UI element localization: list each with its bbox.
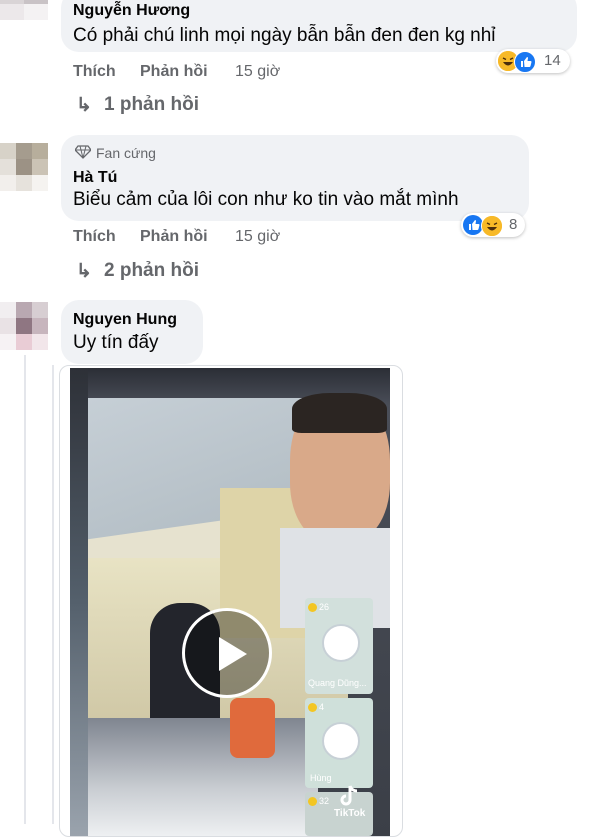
comment-text: Biểu cảm của lôi con như ko tin vào mắt … (73, 189, 459, 210)
play-icon (217, 635, 249, 678)
reply-arrow-icon: ↳ (76, 95, 92, 116)
like-reaction-icon (514, 51, 536, 73)
like-link[interactable]: Thích (73, 63, 116, 81)
replies-count-label: 2 phản hồi (104, 260, 199, 281)
comment-bubble: Fan cứng Hà Tú Biểu cảm của lôi con như … (61, 135, 529, 221)
tile-count: 26 (319, 602, 330, 612)
app-logo-icon (322, 722, 360, 760)
reaction-summary[interactable]: 14 (496, 49, 570, 73)
tile-count: 32 (319, 796, 330, 806)
coin-icon (308, 797, 317, 806)
avatar[interactable] (0, 0, 48, 20)
comment-author[interactable]: Nguyễn Hương (73, 2, 190, 20)
reaction-count: 8 (509, 216, 518, 233)
tile-name: Hùng (310, 773, 332, 783)
thread-line (52, 365, 54, 824)
thread-line (24, 355, 26, 824)
like-link[interactable]: Thích (73, 228, 116, 246)
coin-icon (308, 603, 317, 612)
avatar[interactable] (0, 143, 48, 191)
comment-author[interactable]: Hà Tú (73, 169, 117, 187)
video-tile: 4 Hùng (305, 698, 373, 788)
comment-time[interactable]: 15 giờ (235, 228, 280, 246)
tile-count: 4 (319, 702, 325, 712)
comment-text: Có phải chú linh mọi ngày bẫn bẫn đen đe… (73, 25, 496, 46)
fan-badge-label: Fan cứng (96, 145, 156, 161)
tiktok-watermark: TikTok (334, 808, 366, 819)
haha-reaction-icon (481, 215, 503, 237)
video-attachment[interactable]: 26 Quang Dũng... 4 Hùng 32 TikTok (59, 365, 403, 837)
tile-name: Quang Dũng... (308, 678, 367, 688)
reply-link[interactable]: Phản hồi (140, 63, 208, 81)
comment-time[interactable]: 15 giờ (235, 63, 280, 81)
comment-text: Uy tín đấy (73, 332, 159, 353)
tiktok-logo-icon (338, 784, 362, 808)
reaction-count: 14 (544, 52, 561, 69)
avatar[interactable] (0, 302, 48, 350)
comment-author[interactable]: Nguyen Hung (73, 311, 177, 329)
comment-bubble: Nguyen Hung Uy tín đấy (61, 300, 203, 364)
replies-count-label: 1 phản hồi (104, 94, 199, 115)
reaction-summary[interactable]: 8 (461, 213, 525, 237)
video-thumbnail[interactable]: 26 Quang Dũng... 4 Hùng 32 TikTok (70, 368, 390, 836)
coin-icon (308, 703, 317, 712)
play-button[interactable] (182, 608, 272, 698)
app-logo-icon (322, 624, 360, 662)
diamond-icon (74, 145, 92, 162)
comment-bubble: Nguyễn Hương Có phải chú linh mọi ngày b… (61, 0, 577, 52)
like-reaction-icon (463, 215, 483, 235)
video-tile: 26 Quang Dũng... (305, 598, 373, 694)
reply-link[interactable]: Phản hồi (140, 228, 208, 246)
reply-arrow-icon: ↳ (76, 261, 92, 282)
